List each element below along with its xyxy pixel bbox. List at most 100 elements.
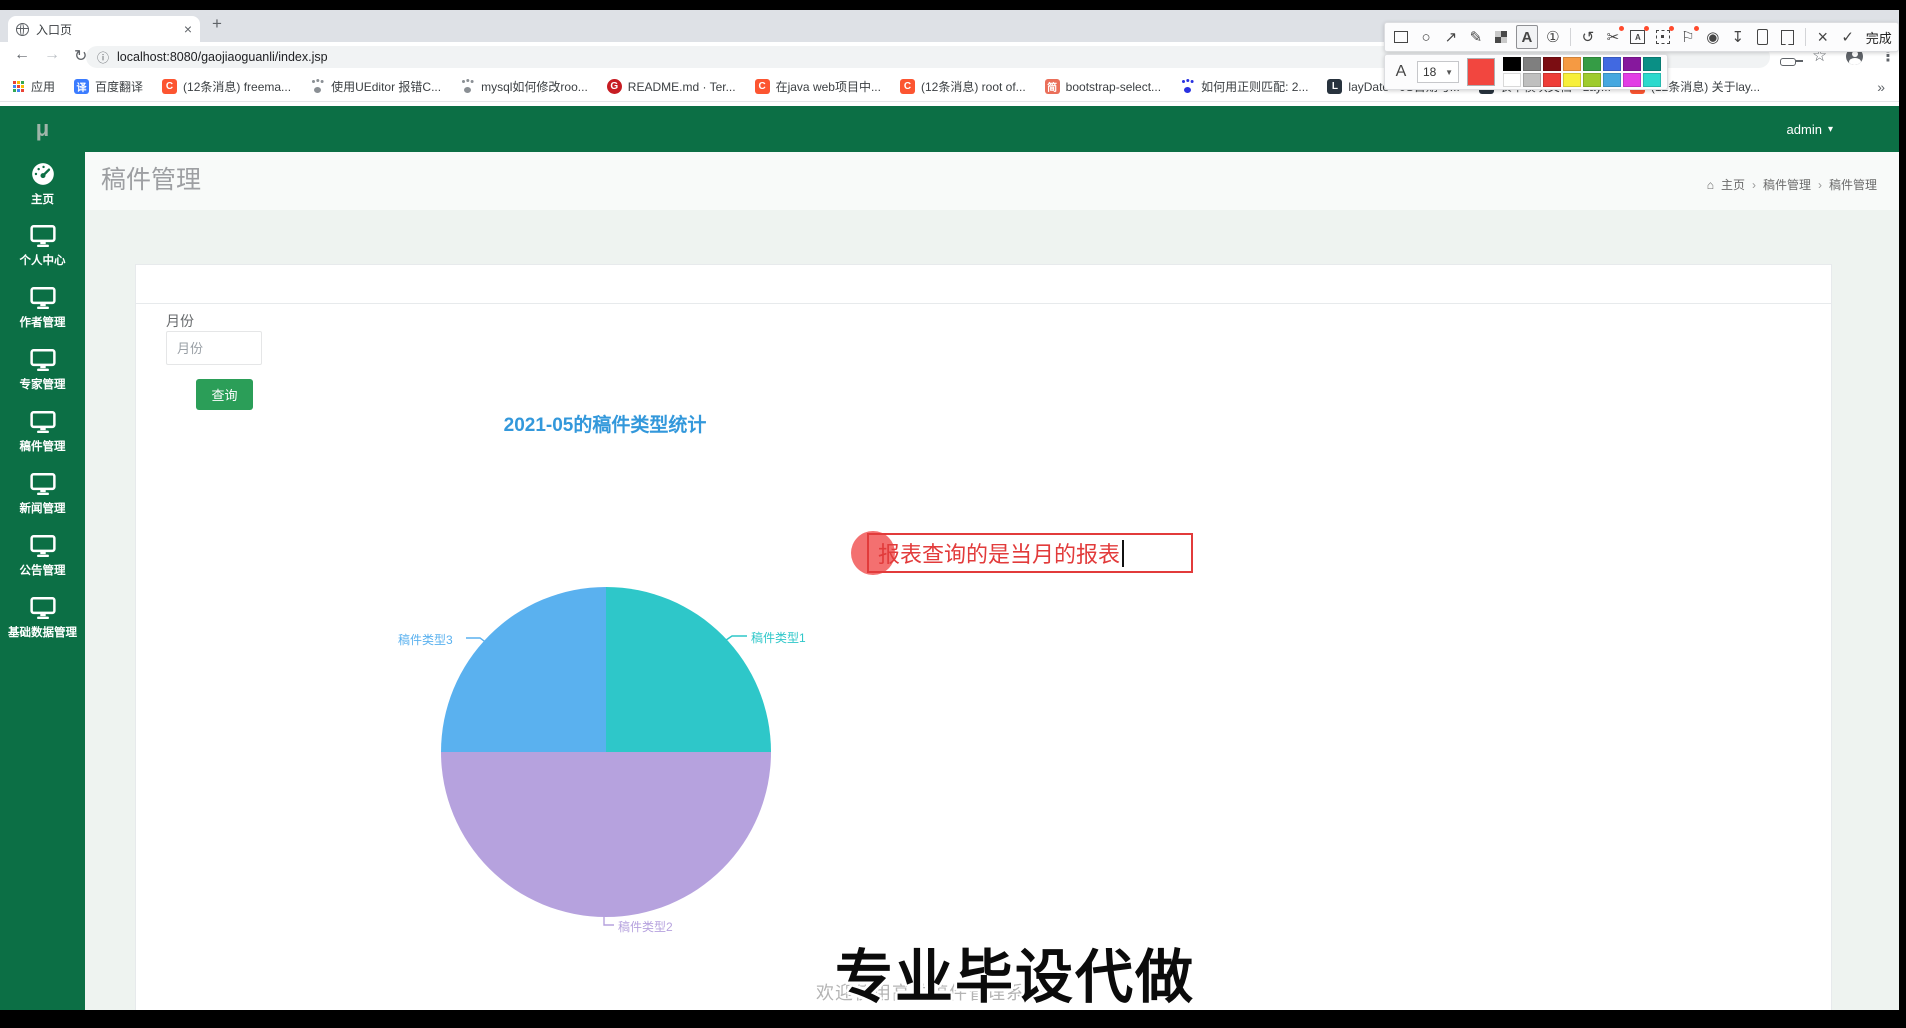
apps-grid-icon (12, 80, 25, 93)
palette-color[interactable] (1503, 73, 1521, 87)
watermark-text: 专业毕设代做 (834, 945, 1195, 1010)
palette-color[interactable] (1643, 57, 1661, 71)
color-palette (1503, 57, 1661, 87)
key-icon[interactable] (1780, 53, 1803, 71)
palette-color[interactable] (1563, 57, 1581, 71)
sidebar-item-manuscript-management[interactable]: 稿件管理 (0, 402, 85, 462)
palette-color[interactable] (1623, 57, 1641, 71)
scissors-icon[interactable]: ✂ (1603, 26, 1624, 48)
dashboard-icon (31, 163, 54, 185)
browser-window: 入口页 × + ← → ↻ ⓘ localhost:8080/gaojiaogu… (0, 10, 1899, 1010)
sidebar-item-announcement-management[interactable]: 公告管理 (0, 526, 85, 586)
selected-color-swatch[interactable] (1467, 58, 1495, 86)
bookmark-item[interactable]: G README.md · Ter... (606, 79, 736, 94)
download-icon[interactable]: ↧ (1728, 26, 1748, 48)
done-check-icon[interactable]: ✓ (1838, 26, 1858, 48)
palette-color[interactable] (1603, 57, 1621, 71)
paw-icon (460, 79, 475, 94)
sidebar-item-news-management[interactable]: 新闻管理 (0, 464, 85, 524)
rectangle-tool-icon[interactable] (1391, 26, 1411, 48)
bookmark-item[interactable]: 简 bootstrap-select... (1044, 79, 1161, 94)
record-icon[interactable]: ◉ (1703, 26, 1723, 48)
forward-icon[interactable]: → (44, 46, 60, 64)
query-button[interactable]: 查询 (196, 379, 253, 410)
palette-color[interactable] (1583, 73, 1601, 87)
new-tab-button[interactable]: + (212, 14, 222, 34)
paw-icon (310, 79, 325, 94)
back-icon[interactable]: ← (14, 46, 30, 64)
user-menu[interactable]: admin ▾ (1787, 106, 1833, 152)
globe-favicon (16, 22, 29, 36)
region-capture-icon[interactable] (1653, 26, 1674, 48)
url-text[interactable]: localhost:8080/gaojiaoguanli/index.jsp (117, 50, 328, 64)
undo-icon[interactable]: ↺ (1578, 26, 1598, 48)
palette-color[interactable] (1623, 73, 1641, 87)
step-number-tool-icon[interactable]: ① (1543, 26, 1563, 48)
ellipse-tool-icon[interactable]: ○ (1416, 26, 1436, 48)
palette-color[interactable] (1583, 57, 1601, 71)
text-cursor (1122, 539, 1125, 567)
sidebar-item-expert-management[interactable]: 专家管理 (0, 340, 85, 400)
chevron-down-icon: ▾ (1827, 123, 1833, 135)
annotator-text-options: A 18 ▼ (1384, 54, 1668, 90)
palette-color[interactable] (1603, 73, 1621, 87)
palette-color[interactable] (1543, 73, 1561, 87)
mosaic-tool-icon[interactable] (1491, 26, 1511, 48)
palette-color[interactable] (1523, 73, 1541, 87)
arrow-tool-icon[interactable]: ↗ (1441, 26, 1461, 48)
chevron-down-icon: ▼ (1445, 67, 1453, 77)
pen-tool-icon[interactable]: ✎ (1466, 26, 1486, 48)
monitor-icon (29, 473, 56, 496)
screen: 入口页 × + ← → ↻ ⓘ localhost:8080/gaojiaogu… (0, 0, 1906, 1028)
palette-color[interactable] (1643, 73, 1661, 87)
save-bookmark-icon[interactable] (1778, 26, 1798, 48)
bookmark-item[interactable]: 如何用正则匹配: 2... (1180, 78, 1308, 95)
palette-color[interactable] (1523, 57, 1541, 71)
month-input[interactable] (166, 331, 262, 365)
layui-icon: L (1327, 79, 1343, 94)
palette-color[interactable] (1543, 57, 1561, 71)
mobile-device-icon[interactable] (1753, 26, 1773, 48)
card-header (136, 265, 1831, 304)
content-card: 月份 查询 (135, 264, 1832, 1010)
bookmark-item[interactable]: C (12条消息) freema... (162, 78, 291, 95)
palette-color[interactable] (1503, 57, 1521, 71)
bookmark-item[interactable]: 译 百度翻译 (74, 78, 143, 95)
breadcrumb-separator: › (1817, 177, 1822, 192)
browser-tab[interactable]: 入口页 × (8, 16, 200, 42)
sidebar-item-home[interactable]: 主页 (0, 154, 85, 214)
toolbar-divider (1804, 28, 1806, 46)
home-icon: ⌂ (1706, 177, 1714, 192)
sidebar-item-author-management[interactable]: 作者管理 (0, 278, 85, 338)
sidebar-item-base-data-management[interactable]: 基础数据管理 (0, 588, 85, 648)
page-title: 稿件管理 (101, 166, 202, 194)
sidebar-item-personal-center[interactable]: 个人中心 (0, 216, 85, 276)
bookmark-item[interactable]: 使用UEditor 报错C... (310, 78, 441, 95)
baidu-translate-icon: 译 (74, 79, 90, 94)
pin-icon[interactable]: ⚐ (1678, 26, 1699, 48)
font-size-select[interactable]: 18 ▼ (1417, 61, 1459, 83)
breadcrumb: ⌂ 主页 › 稿件管理 › 稿件管理 (1707, 176, 1877, 193)
palette-color[interactable] (1563, 73, 1581, 87)
annotator-toolbar: ○ ↗ ✎ A ① ↺ ✂ A ⚐ ◉ ↧ × ✓ 完成 (1384, 22, 1899, 52)
bookmarks-overflow-chevron[interactable]: » (1877, 79, 1885, 95)
page-header: 稿件管理 ⌂ 主页 › 稿件管理 › 稿件管理 (85, 152, 1899, 210)
baidu-paw-icon (1180, 79, 1195, 94)
bookmark-item[interactable]: C (12条消息) root of... (899, 78, 1026, 95)
done-button[interactable]: 完成 (1866, 28, 1892, 47)
jianshu-icon: 简 (1044, 79, 1060, 94)
breadcrumb-home[interactable]: 主页 (1721, 176, 1745, 193)
translate-ocr-icon[interactable]: A (1628, 26, 1649, 48)
breadcrumb-separator: › (1751, 177, 1756, 192)
csdn-icon: C (754, 79, 770, 94)
tab-close-icon[interactable]: × (184, 22, 192, 36)
breadcrumb-level-1[interactable]: 稿件管理 (1763, 176, 1811, 193)
bookmark-apps[interactable]: 应用 (12, 78, 55, 95)
bookmark-item[interactable]: C 在java web项目中... (754, 78, 881, 95)
annotation-text-box[interactable]: 报表查询的是当月的报表 (867, 533, 1193, 573)
bookmark-item[interactable]: mysql如何修改roo... (460, 78, 588, 95)
cancel-icon[interactable]: × (1813, 26, 1833, 48)
text-tool-icon[interactable]: A (1515, 25, 1538, 49)
csdn-icon: C (899, 79, 915, 94)
site-info-icon[interactable]: ⓘ (97, 49, 109, 66)
